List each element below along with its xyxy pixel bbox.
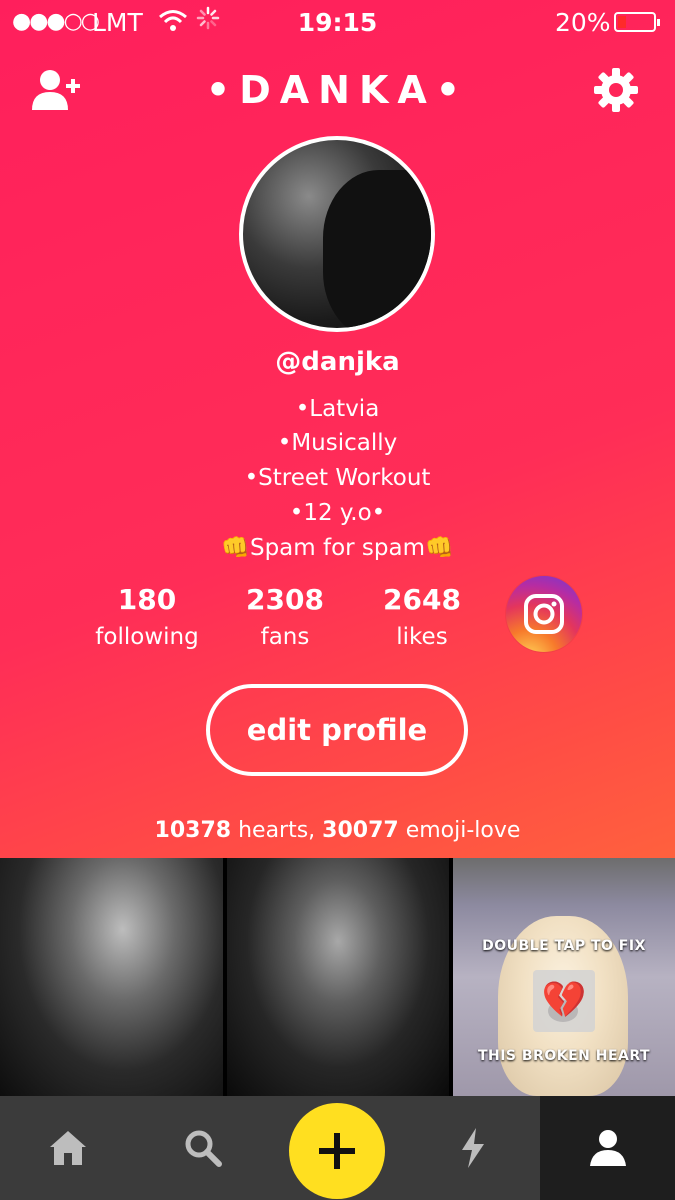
stat-value: 2648 [383, 583, 461, 616]
emoji-love-count: 30077 [322, 818, 399, 843]
bio-line: •Latvia [295, 396, 380, 422]
instagram-button[interactable] [506, 576, 582, 652]
stat-value: 180 [117, 583, 177, 616]
bio-line: •12 y.o• [289, 500, 386, 526]
video-caption: THIS BROKEN HEART [477, 1048, 651, 1064]
hearts-label: hearts, [231, 818, 323, 843]
home-icon [49, 1131, 86, 1165]
video-thumbnail[interactable] [227, 858, 449, 1096]
lightning-icon [461, 1128, 484, 1168]
bio-line: •Musically [277, 430, 398, 456]
tab-activity[interactable] [405, 1096, 540, 1200]
tab-search[interactable] [135, 1096, 270, 1200]
stat-following[interactable]: 180 following [67, 583, 227, 650]
stat-label: following [95, 624, 199, 650]
video-grid: 💔 DOUBLE TAP TO FIX THIS BROKEN HEART [0, 858, 675, 1096]
edit-profile-button[interactable]: edit profile [206, 684, 468, 776]
stat-likes[interactable]: 2648 likes [342, 583, 502, 650]
search-icon [185, 1130, 222, 1167]
broken-heart-icon: 💔 [533, 970, 595, 1032]
gear-icon [594, 68, 638, 112]
add-video-button[interactable] [289, 1103, 385, 1199]
status-bar: ●●●○○ LMT 19:15 20% [0, 0, 675, 46]
profile-icon [589, 1130, 626, 1166]
stat-fans[interactable]: 2308 fans [205, 583, 365, 650]
add-icon [319, 1133, 355, 1169]
bio-line: •Street Workout [244, 465, 431, 491]
battery-icon [614, 12, 660, 32]
emoji-love-label: emoji-love [398, 818, 521, 843]
hearts-summary: 10378 hearts, 30077 emoji-love [0, 818, 675, 843]
instagram-icon [524, 594, 564, 634]
battery-percent: 20% [555, 8, 611, 37]
video-thumbnail[interactable]: 💔 DOUBLE TAP TO FIX THIS BROKEN HEART [453, 858, 675, 1096]
settings-button[interactable] [592, 66, 640, 114]
tab-home[interactable] [0, 1096, 135, 1200]
profile-screen: ●●●○○ LMT 19:15 20% •DANKA• @danjka •Lat… [0, 0, 675, 1200]
video-caption: DOUBLE TAP TO FIX [482, 938, 646, 954]
stat-value: 2308 [246, 583, 324, 616]
bio-line: 👊Spam for spam👊 [221, 535, 454, 561]
stat-label: fans [260, 624, 310, 650]
hearts-count: 10378 [154, 818, 232, 843]
app-title: •DANKA• [205, 68, 470, 112]
tab-profile[interactable] [540, 1096, 675, 1200]
avatar[interactable] [239, 136, 435, 332]
username: @danjka [275, 347, 400, 377]
stat-label: likes [396, 624, 448, 650]
video-thumbnail[interactable] [0, 858, 223, 1096]
